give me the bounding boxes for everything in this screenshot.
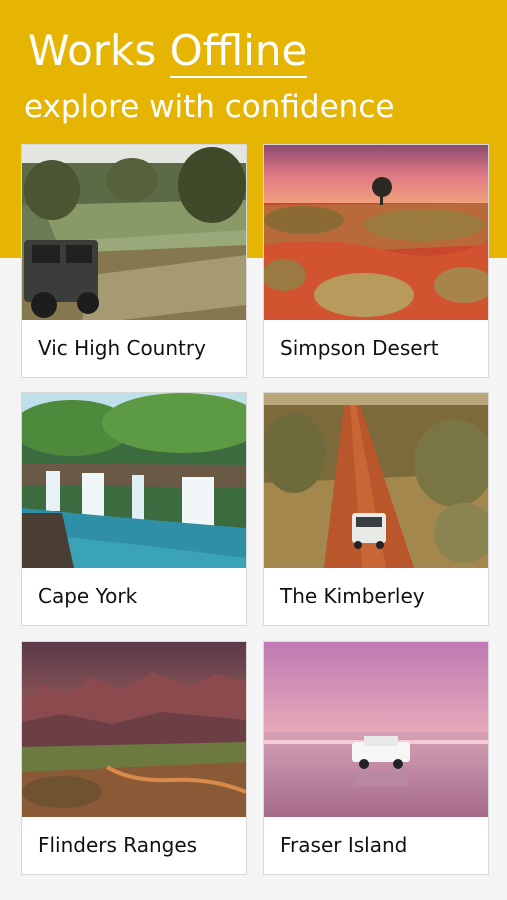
region-card-flinders-ranges[interactable]: Flinders Ranges: [22, 642, 246, 874]
region-label: Flinders Ranges: [38, 833, 198, 857]
vic-high-country-photo: [22, 145, 246, 320]
region-label: Cape York: [38, 584, 138, 608]
the-kimberley-photo: [264, 393, 488, 568]
simpson-desert-photo: [264, 145, 488, 320]
region-card-cape-york[interactable]: Cape York: [22, 393, 246, 625]
headline-underlined-word: Offline: [169, 26, 308, 78]
tagline: explore with confidence: [24, 89, 395, 125]
region-card-vic-high-country[interactable]: Vic High Country: [22, 145, 246, 377]
headline-text: Works: [28, 26, 170, 75]
flinders-ranges-photo: [22, 642, 246, 817]
region-label: Fraser Island: [280, 833, 408, 857]
region-card-fraser-island[interactable]: Fraser Island: [264, 642, 488, 874]
headline: Works Offline: [28, 24, 308, 78]
region-card-the-kimberley[interactable]: The Kimberley: [264, 393, 488, 625]
cape-york-photo: [22, 393, 246, 568]
fraser-island-photo: [264, 642, 488, 817]
region-label: Vic High Country: [38, 336, 206, 360]
region-card-simpson-desert[interactable]: Simpson Desert: [264, 145, 488, 377]
region-label: The Kimberley: [280, 584, 425, 608]
region-label: Simpson Desert: [280, 336, 439, 360]
